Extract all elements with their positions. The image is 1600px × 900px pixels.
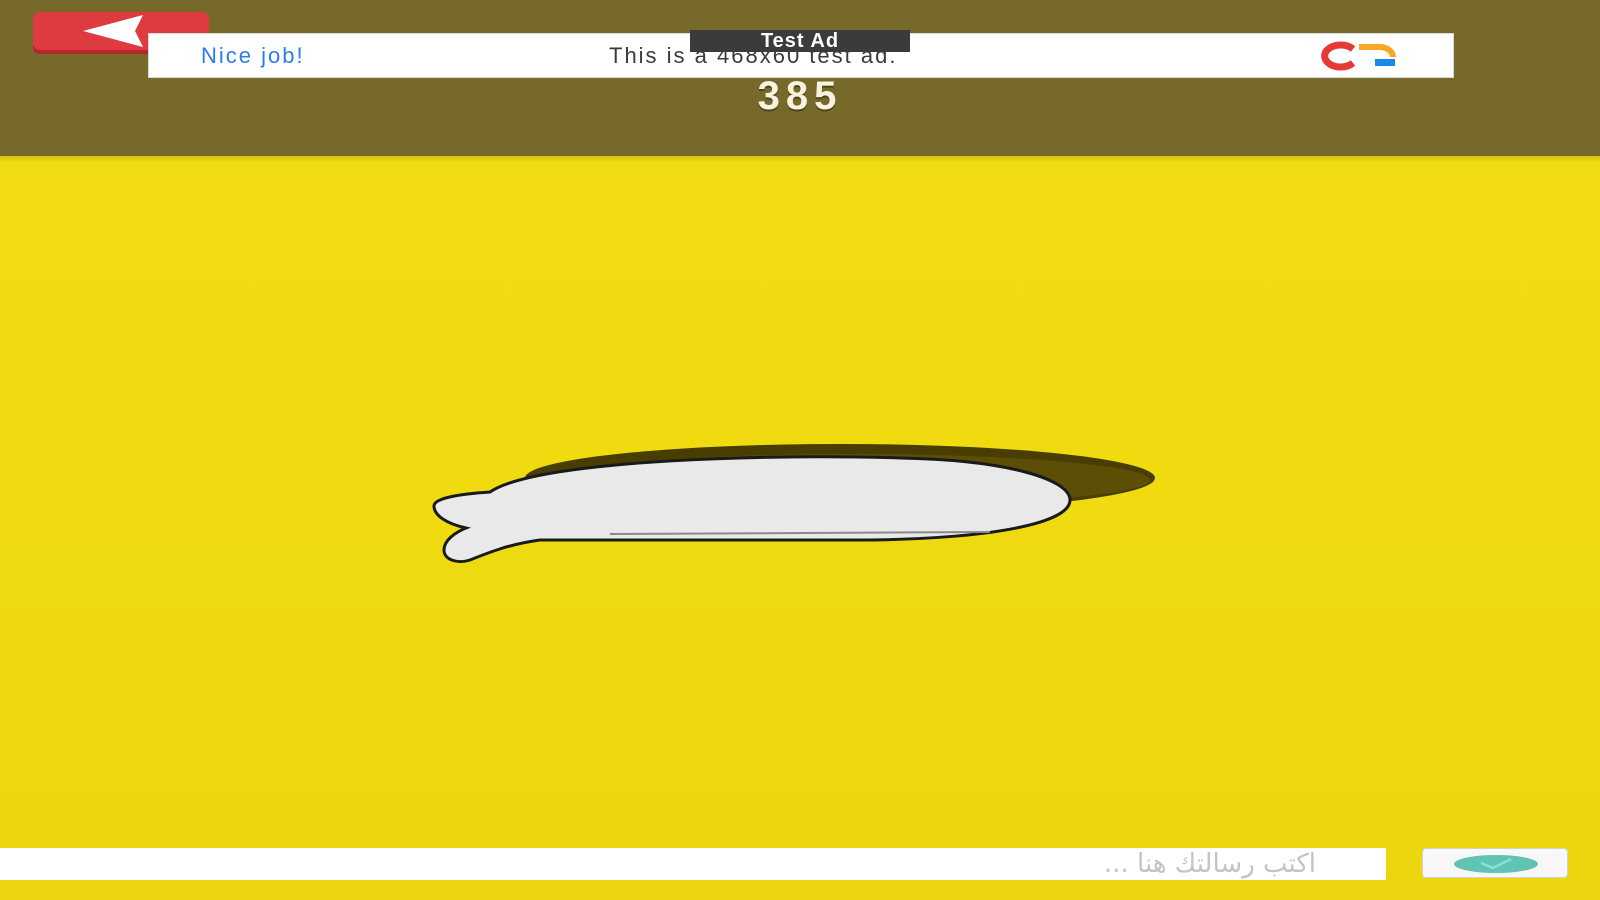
send-icon bbox=[1454, 855, 1538, 873]
send-button[interactable] bbox=[1422, 848, 1568, 878]
message-input[interactable] bbox=[0, 848, 1386, 880]
speech-bubble-icon bbox=[430, 440, 1160, 584]
ad-headline[interactable]: Nice job! bbox=[201, 42, 305, 70]
ad-network-logo-icon bbox=[1321, 41, 1396, 71]
game-screen: Nice job! This is a 468x60 test ad. Test… bbox=[0, 0, 1600, 900]
score-display: 385 bbox=[757, 74, 843, 118]
test-ad-label: Test Ad bbox=[690, 30, 910, 52]
